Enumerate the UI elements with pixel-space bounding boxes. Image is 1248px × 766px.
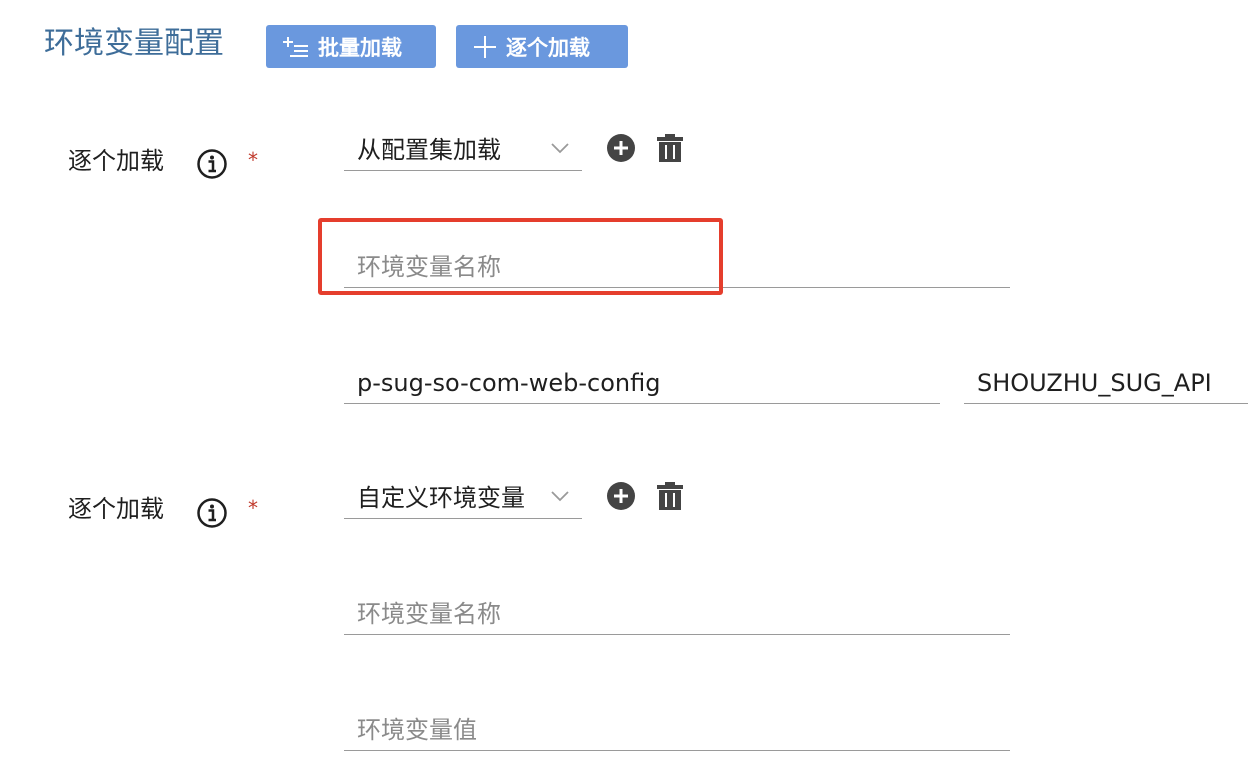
trash-icon[interactable] bbox=[655, 133, 685, 163]
env-value-placeholder: 环境变量值 bbox=[357, 716, 477, 744]
source-select[interactable]: 自定义环境变量 bbox=[344, 481, 582, 519]
single-load-button[interactable]: 逐个加载 bbox=[456, 25, 628, 68]
add-circle-icon[interactable] bbox=[606, 481, 636, 511]
config-set-input[interactable]: p-sug-so-com-web-config bbox=[344, 364, 940, 404]
env-name-placeholder: 环境变量名称 bbox=[357, 600, 501, 628]
env-value-input[interactable]: 环境变量值 bbox=[344, 711, 1010, 751]
source-select-value: 自定义环境变量 bbox=[357, 484, 525, 512]
chevron-down-icon bbox=[551, 143, 569, 154]
config-key-input[interactable]: SHOUZHU_SUG_API bbox=[964, 364, 1248, 404]
trash-icon[interactable] bbox=[655, 481, 685, 511]
config-set-value: p-sug-so-com-web-config bbox=[357, 369, 661, 397]
env-name-input[interactable]: 环境变量名称 bbox=[344, 595, 1010, 635]
info-icon[interactable] bbox=[196, 148, 228, 180]
add-circle-icon[interactable] bbox=[606, 133, 636, 163]
highlight-box bbox=[318, 218, 723, 295]
required-marker: * bbox=[248, 148, 258, 172]
source-select[interactable]: 从配置集加载 bbox=[344, 133, 582, 171]
row-label: 逐个加载 bbox=[68, 147, 164, 175]
batch-load-button[interactable]: 批量加载 bbox=[266, 25, 436, 68]
row-label: 逐个加载 bbox=[68, 495, 164, 523]
required-marker: * bbox=[248, 496, 258, 520]
plus-icon bbox=[474, 35, 496, 58]
add-list-icon bbox=[283, 36, 308, 57]
source-select-value: 从配置集加载 bbox=[357, 136, 501, 164]
info-icon[interactable] bbox=[196, 497, 228, 529]
config-key-value: SHOUZHU_SUG_API bbox=[977, 369, 1212, 397]
batch-load-label: 批量加载 bbox=[318, 35, 402, 60]
single-load-label: 逐个加载 bbox=[506, 35, 590, 60]
chevron-down-icon bbox=[551, 491, 569, 502]
page-title: 环境变量配置 bbox=[44, 26, 224, 61]
